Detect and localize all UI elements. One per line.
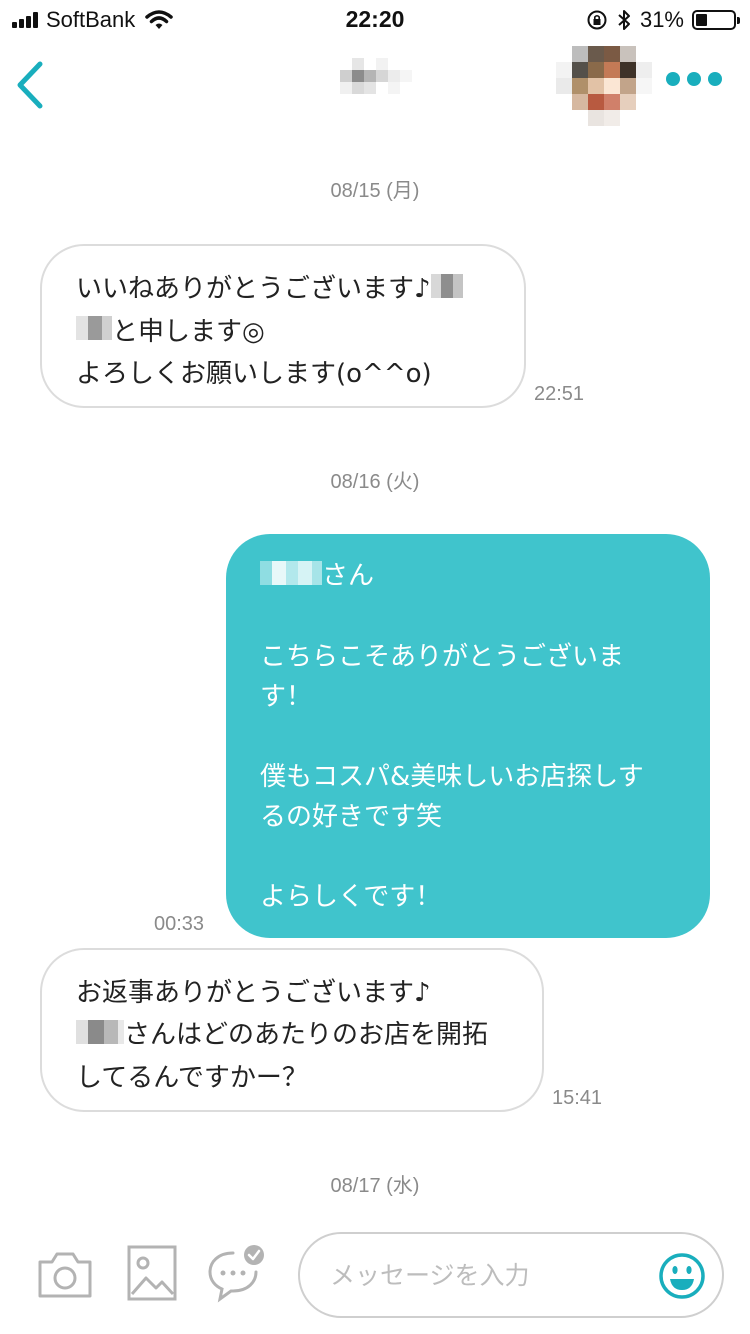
date-separator: 08/15 (月) xyxy=(330,180,420,202)
outgoing-message: さん こちらこそありがとうございま す！ 僕もコスパ&美味しいお店探しす るの好… xyxy=(226,534,710,938)
redacted-name xyxy=(430,269,463,311)
message-text: こちらこそありがとうございま xyxy=(260,641,625,672)
message-text: と申します◎ xyxy=(112,316,265,347)
incoming-message: いいねありがとうございます♪ と申します◎ よろしくお願いします(o^^o) xyxy=(40,244,526,408)
redacted-name xyxy=(260,557,322,597)
status-bar: SoftBank 22:20 31% xyxy=(0,0,750,40)
message-time: 22:51 xyxy=(534,383,585,405)
chat-bubble-icon xyxy=(208,1245,264,1303)
message-text: してるんですかー？ xyxy=(76,1062,308,1093)
message-text: お返事ありがとうございます♪ xyxy=(76,978,431,1008)
camera-button[interactable] xyxy=(36,1248,94,1304)
message-time: 15:41 xyxy=(552,1087,603,1109)
incoming-message: お返事ありがとうございます♪ さんはどのあたりのお店を開拓 してるんですかー？ xyxy=(40,948,544,1112)
message-text: 僕もコスパ&美味しいお店探しす xyxy=(260,761,644,792)
date-separator: 08/16 (火) xyxy=(330,471,420,493)
message-text: よろしくお願いします(o^^o) xyxy=(76,359,432,389)
image-button[interactable] xyxy=(126,1244,178,1306)
stamp-button[interactable] xyxy=(206,1244,268,1308)
orientation-lock-icon xyxy=(587,10,607,30)
battery-icon xyxy=(692,10,740,30)
message-text: るの好きです笑 xyxy=(260,801,443,832)
bluetooth-icon xyxy=(618,10,630,30)
message-text: いいねありがとうございます♪ xyxy=(76,274,431,304)
message-text: よらしくです！ xyxy=(260,881,442,912)
battery-percent: 31% xyxy=(639,7,684,32)
chevron-left-icon xyxy=(17,61,43,109)
camera-icon xyxy=(38,1252,92,1298)
avatar[interactable] xyxy=(556,46,652,126)
back-button[interactable] xyxy=(12,60,52,110)
date-separator: 08/17 (水) xyxy=(330,1175,420,1197)
partner-name-redacted xyxy=(340,58,412,94)
image-icon xyxy=(127,1245,177,1301)
message-text: す！ xyxy=(260,681,313,712)
more-options-button[interactable] xyxy=(666,72,722,86)
redacted-name xyxy=(76,1015,124,1057)
ellipsis-icon xyxy=(666,72,680,86)
message-time: 00:33 xyxy=(154,913,205,935)
message-text: さん xyxy=(322,561,375,591)
message-field[interactable] xyxy=(298,1232,724,1318)
message-input[interactable] xyxy=(330,1252,650,1298)
message-text: さんはどのあたりのお店を開拓 xyxy=(124,1020,489,1050)
message-input-bar xyxy=(0,1220,750,1334)
chat-header xyxy=(0,40,750,130)
redacted-name xyxy=(76,311,112,353)
smiley-icon[interactable] xyxy=(658,1252,706,1300)
